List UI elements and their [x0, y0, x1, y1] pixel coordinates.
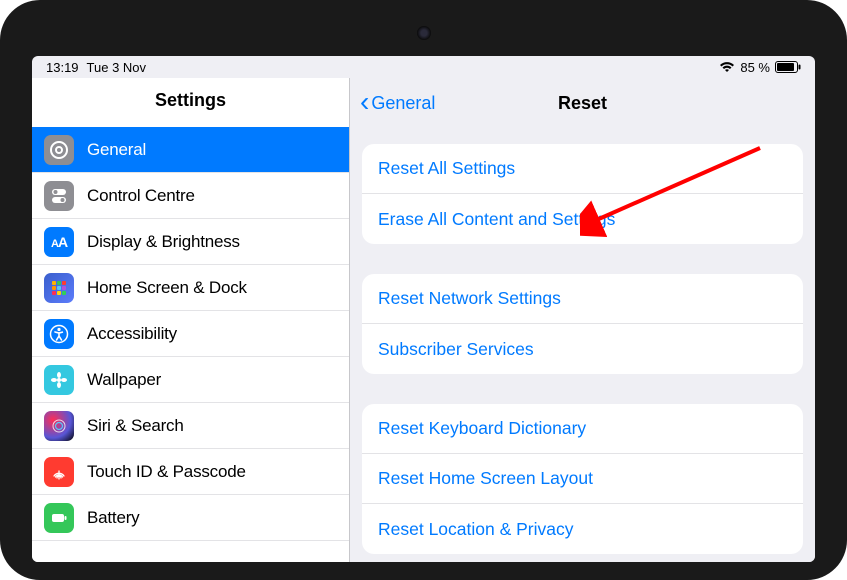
- chevron-left-icon: ‹: [360, 95, 369, 109]
- sidebar-item-label: Touch ID & Passcode: [87, 462, 246, 482]
- sidebar-item-label: Home Screen & Dock: [87, 278, 247, 298]
- status-time: 13:19: [46, 60, 79, 75]
- detail-pane: ‹ General Reset Reset All Settings Erase…: [350, 78, 815, 562]
- sidebar-item-label: General: [87, 140, 146, 160]
- row-label: Subscriber Services: [378, 339, 534, 360]
- reset-home-screen-layout-row[interactable]: Reset Home Screen Layout: [362, 454, 803, 504]
- sidebar-item-general[interactable]: General: [32, 127, 349, 173]
- sidebar-item-touch-id[interactable]: Touch ID & Passcode: [32, 449, 349, 495]
- fingerprint-icon: [44, 457, 74, 487]
- sidebar-item-accessibility[interactable]: Accessibility: [32, 311, 349, 357]
- back-button[interactable]: ‹ General: [350, 93, 435, 114]
- flower-icon: [44, 365, 74, 395]
- sidebar-item-label: Display & Brightness: [87, 232, 240, 252]
- battery-icon: [775, 61, 801, 73]
- reset-group-3: Reset Keyboard Dictionary Reset Home Scr…: [362, 404, 803, 554]
- sidebar-item-label: Siri & Search: [87, 416, 184, 436]
- toggles-icon: [44, 181, 74, 211]
- reset-group-1: Reset All Settings Erase All Content and…: [362, 144, 803, 244]
- sidebar-item-battery[interactable]: Battery: [32, 495, 349, 541]
- row-label: Reset All Settings: [378, 158, 515, 179]
- sidebar-item-display[interactable]: AA Display & Brightness: [32, 219, 349, 265]
- device-frame: 13:19 Tue 3 Nov 85 % Settings: [0, 0, 847, 580]
- sidebar-item-control-centre[interactable]: Control Centre: [32, 173, 349, 219]
- subscriber-services-row[interactable]: Subscriber Services: [362, 324, 803, 374]
- status-date: Tue 3 Nov: [87, 60, 147, 75]
- row-label: Reset Home Screen Layout: [378, 468, 593, 489]
- back-label: General: [371, 93, 435, 114]
- sidebar-item-wallpaper[interactable]: Wallpaper: [32, 357, 349, 403]
- screen: 13:19 Tue 3 Nov 85 % Settings: [32, 56, 815, 562]
- battery-icon: [44, 503, 74, 533]
- sidebar-item-label: Control Centre: [87, 186, 195, 206]
- page-title: Reset: [558, 93, 607, 114]
- reset-all-settings-row[interactable]: Reset All Settings: [362, 144, 803, 194]
- sidebar: Settings General Control Centre: [32, 78, 350, 562]
- sidebar-item-label: Wallpaper: [87, 370, 161, 390]
- wifi-icon: [719, 61, 735, 73]
- svg-text:A: A: [58, 234, 68, 250]
- gear-icon: [44, 135, 74, 165]
- row-label: Reset Network Settings: [378, 288, 561, 309]
- sidebar-item-label: Accessibility: [87, 324, 177, 344]
- reset-network-settings-row[interactable]: Reset Network Settings: [362, 274, 803, 324]
- text-size-icon: AA: [44, 227, 74, 257]
- row-label: Erase All Content and Settings: [378, 209, 615, 230]
- reset-group-2: Reset Network Settings Subscriber Servic…: [362, 274, 803, 374]
- battery-pct: 85 %: [740, 60, 770, 75]
- camera-dot: [417, 26, 431, 40]
- sidebar-item-label: Battery: [87, 508, 139, 528]
- apps-grid-icon: [44, 273, 74, 303]
- sidebar-item-siri[interactable]: Siri & Search: [32, 403, 349, 449]
- row-label: Reset Location & Privacy: [378, 519, 574, 540]
- row-label: Reset Keyboard Dictionary: [378, 418, 586, 439]
- reset-keyboard-dictionary-row[interactable]: Reset Keyboard Dictionary: [362, 404, 803, 454]
- accessibility-icon: [44, 319, 74, 349]
- erase-all-content-row[interactable]: Erase All Content and Settings: [362, 194, 803, 244]
- sidebar-list[interactable]: General Control Centre AA Display & Brig…: [32, 127, 349, 562]
- detail-header: ‹ General Reset: [350, 78, 815, 128]
- sidebar-title: Settings: [32, 78, 349, 127]
- reset-location-privacy-row[interactable]: Reset Location & Privacy: [362, 504, 803, 554]
- siri-icon: [44, 411, 74, 441]
- status-bar: 13:19 Tue 3 Nov 85 %: [32, 56, 815, 78]
- sidebar-item-home-screen[interactable]: Home Screen & Dock: [32, 265, 349, 311]
